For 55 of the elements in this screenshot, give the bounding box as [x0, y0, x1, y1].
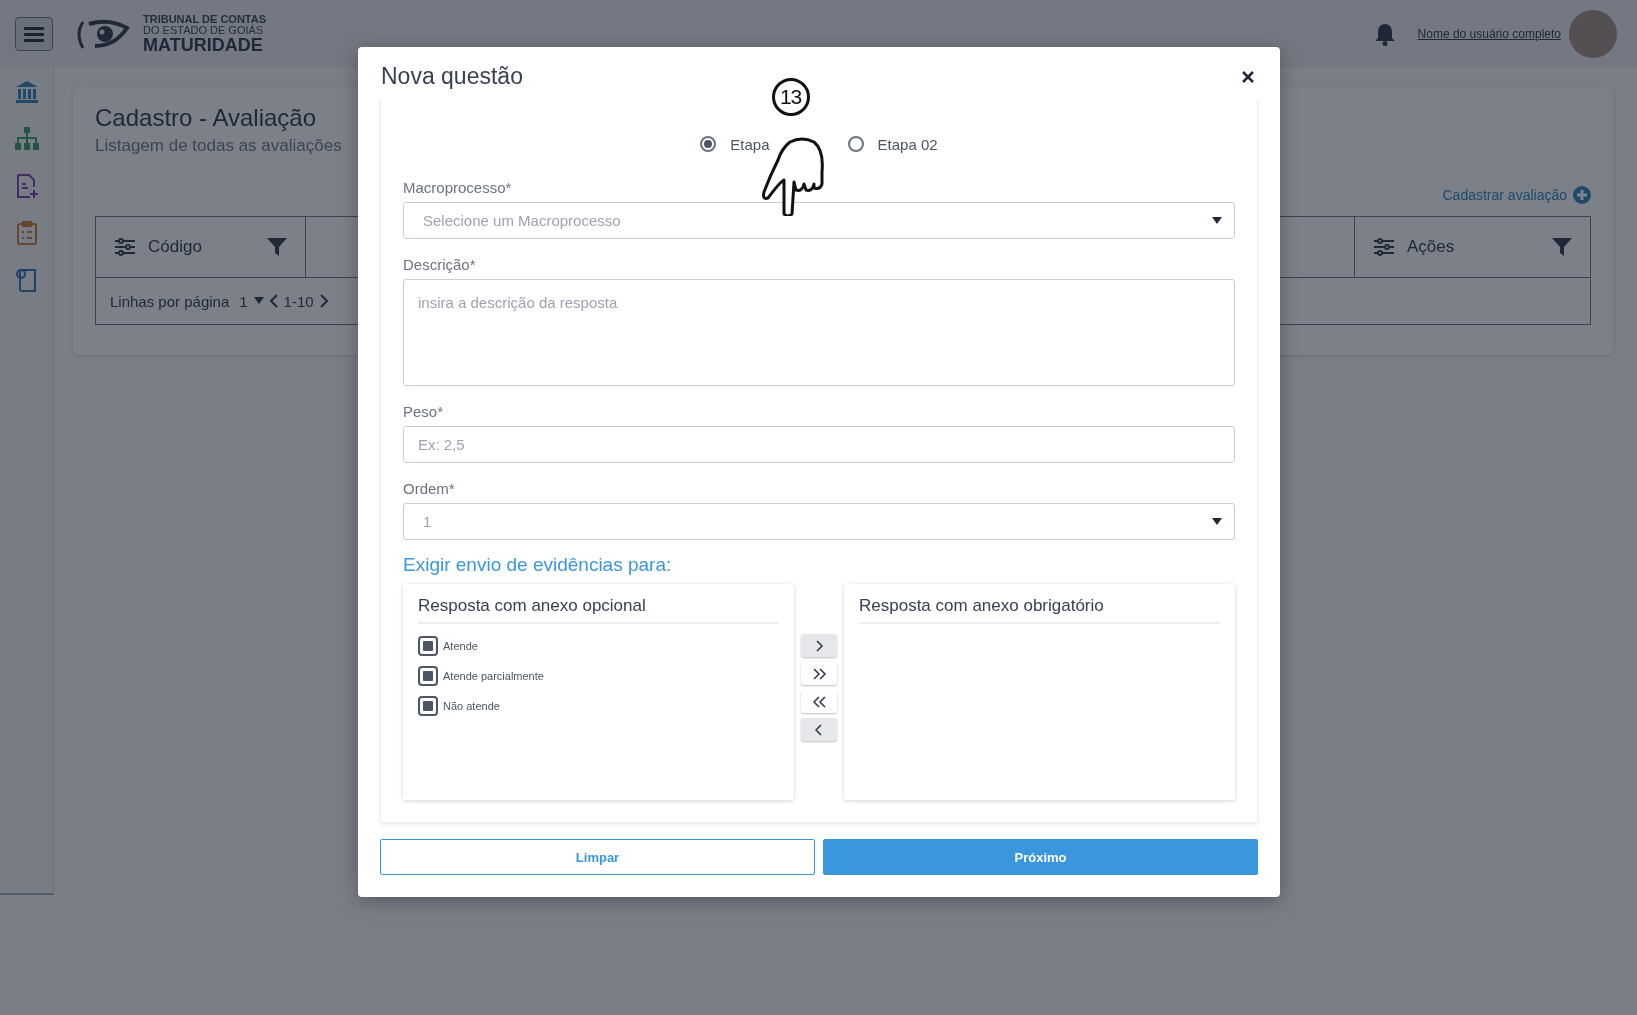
caret-icon — [1212, 518, 1222, 525]
chevron-left-icon[interactable] — [269, 294, 278, 308]
menu-icon — [24, 25, 44, 42]
page-title: Cadastro - Avaliação — [95, 104, 317, 132]
description-field[interactable]: insira a descrição da resposta — [403, 279, 1235, 386]
list-title: Resposta com anexo opcional — [418, 592, 779, 624]
field-label: Macroprocesso* — [403, 179, 513, 196]
menu-button[interactable] — [15, 16, 53, 51]
input-field[interactable]: Ex: 2,5 — [403, 426, 1235, 463]
stage-radio[interactable]: Etapa 02 — [847, 135, 938, 153]
filter-icon[interactable] — [1552, 238, 1572, 256]
list-item[interactable]: Atende parcialmente — [418, 666, 779, 686]
caret-icon[interactable] — [253, 297, 264, 305]
section-title: Exigir envio de evidências para: — [403, 554, 673, 576]
close-icon — [1242, 70, 1254, 83]
page-range: 1-10 — [283, 292, 314, 310]
next-button[interactable]: Próximo — [823, 839, 1258, 875]
list-title: Resposta com anexo obrigatório — [859, 592, 1220, 624]
sliders-icon — [1373, 238, 1395, 256]
logo-title: TRIBUNAL DE CONTAS — [143, 13, 267, 25]
chevron-icon — [811, 693, 827, 710]
add-icon[interactable] — [1573, 186, 1591, 204]
list-item[interactable]: Atende — [418, 636, 779, 656]
rows-per-page-label: Linhas por página — [110, 292, 230, 310]
move-all-left-button[interactable] — [801, 690, 837, 713]
step-number-marker: 13 — [771, 78, 810, 116]
add-evaluation-link[interactable]: Cadastrar avaliação — [1442, 187, 1567, 203]
org-chart-icon[interactable] — [13, 126, 40, 152]
bank-icon[interactable] — [13, 79, 40, 105]
sliders-icon — [114, 238, 136, 256]
checkbox[interactable] — [418, 666, 438, 686]
field-label: Descrição* — [403, 256, 477, 273]
column-header[interactable]: Código — [96, 217, 306, 277]
chevron-icon — [811, 665, 827, 682]
stage-radio[interactable]: Etapa — [700, 135, 770, 153]
user-name-link[interactable]: Nome do usuário completo — [1417, 26, 1561, 41]
checkbox[interactable] — [418, 636, 438, 656]
checkbox[interactable] — [418, 696, 438, 716]
move-all-right-button[interactable] — [801, 662, 837, 685]
select-field[interactable]: 1 — [403, 503, 1235, 540]
logo-subtitle: DO ESTADO DE GOIÁS — [143, 24, 265, 36]
field-label: Peso* — [403, 403, 445, 420]
clear-button[interactable]: Limpar — [380, 839, 815, 875]
notification-bell-icon[interactable] — [1373, 21, 1396, 46]
list-item[interactable]: Não atende — [418, 696, 779, 716]
field-label: Ordem* — [403, 480, 456, 497]
column-header[interactable]: Ações — [1354, 217, 1590, 277]
select-field[interactable]: Selecione um Macroprocesso — [403, 202, 1235, 239]
logo-name: MATURIDADE — [143, 35, 264, 54]
dialog-title: Nova questão — [381, 63, 523, 90]
rows-per-page-select[interactable]: 1 — [239, 292, 248, 310]
filter-icon[interactable] — [267, 238, 287, 256]
caret-icon — [1212, 217, 1222, 224]
page-subtitle: Listagem de todas as avaliações — [95, 136, 342, 156]
chevron-right-icon[interactable] — [319, 294, 328, 308]
